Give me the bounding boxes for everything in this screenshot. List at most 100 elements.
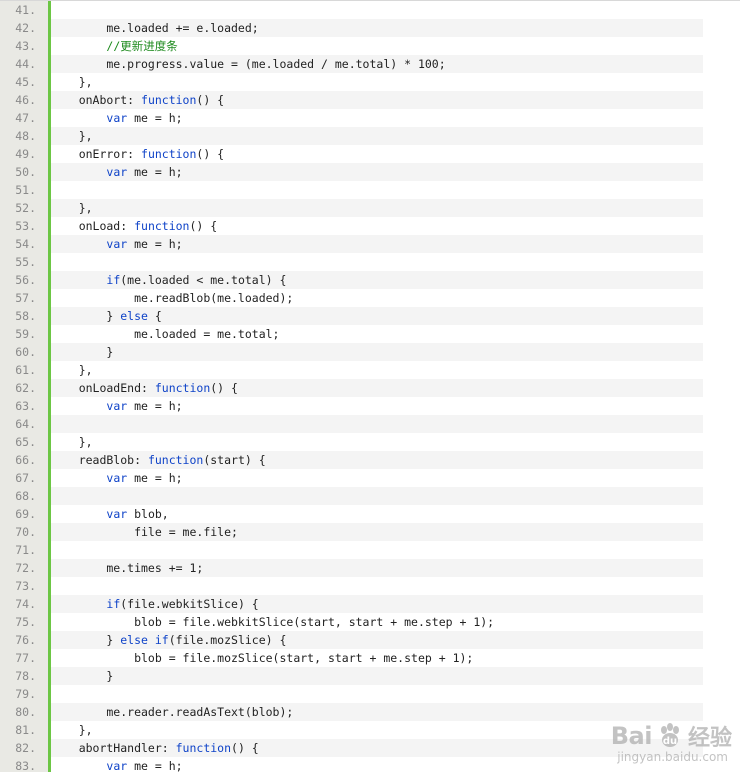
code-text: var blob, [51,505,703,523]
line-number: 72. [15,561,36,575]
code-token: blob, [127,507,169,521]
code-text: }, [51,361,703,379]
line-number: 75. [15,615,36,629]
code-text: me.reader.readAsText(blob); [51,703,703,721]
code-line: 76. } else if(file.mozSlice) { [0,631,740,649]
code-token: blob = file.webkitSlice(start, start + m… [51,615,495,629]
line-number: 76. [15,633,36,647]
code-token: abortHandler: [51,741,176,755]
code-line: 74. if(file.webkitSlice) { [0,595,740,613]
code-text: }, [51,73,703,91]
code-token: } [51,345,114,359]
code-token: me.loaded = me.total; [51,327,280,341]
line-number: 43. [15,39,36,53]
code-text: file = me.file; [51,523,703,541]
line-number: 74. [15,597,36,611]
code-line: 65. }, [0,433,740,451]
code-text: me.loaded += e.loaded; [51,19,703,37]
keyword-token: if [106,597,121,611]
code-text [51,487,703,505]
line-number: 67. [15,471,36,485]
code-text: me.progress.value = (me.loaded / me.tota… [51,55,703,73]
code-text: if(me.loaded < me.total) { [51,271,703,289]
code-line: 68. [0,487,740,505]
keyword-token: var [106,165,128,179]
keyword-token: function [141,147,197,161]
code-token: }, [51,435,93,449]
keyword-token: else if [120,633,169,647]
code-token: }, [51,723,93,737]
code-line: 79. [0,685,740,703]
svg-text:du: du [663,736,677,747]
code-text: //更新进度条 [51,37,703,55]
code-line: 41. [0,1,740,19]
line-number: 50. [15,165,36,179]
code-token: me = h; [127,759,183,772]
code-token: readBlob: [51,453,148,467]
code-viewer: 41. 42. me.loaded += e.loaded; 43. //更新进度条… [0,0,740,772]
line-number: 62. [15,381,36,395]
code-line: 50. var me = h; [0,163,740,181]
code-line: 44. me.progress.value = (me.loaded / me.… [0,55,740,73]
code-token: } [51,669,114,683]
line-number: 81. [15,723,36,737]
code-line: 46. onAbort: function() { [0,91,740,109]
code-line: 48. }, [0,127,740,145]
code-token: }, [51,75,93,89]
keyword-token: function [147,453,204,467]
code-text: blob = file.webkitSlice(start, start + m… [51,613,703,631]
code-text: onAbort: function() { [51,91,703,109]
code-token: }, [51,129,93,143]
code-text: var me = h; [51,109,703,127]
code-token: (me.loaded < me.total) { [120,273,287,287]
code-text: me.times += 1; [51,559,703,577]
code-line: 43. //更新进度条 [0,37,740,55]
line-number: 52. [15,201,36,215]
code-text: var me = h; [51,163,703,181]
code-line: 70. file = me.file; [0,523,740,541]
line-number: 70. [15,525,36,539]
keyword-token: function [154,381,211,395]
code-token: onLoadEnd: [51,381,155,395]
code-token: me = h; [127,165,183,179]
line-number: 44. [15,57,36,71]
code-text: } [51,343,703,361]
keyword-token: if [106,273,121,287]
line-number: 68. [15,489,36,503]
code-text: var me = h; [51,757,703,772]
code-text: }, [51,199,703,217]
watermark: Bai du 经验 [611,720,732,752]
comment-token: //更新进度条 [106,39,178,53]
code-token: }, [51,201,93,215]
code-token: (start) { [203,453,266,467]
line-number: 78. [15,669,36,683]
code-line: 54. var me = h; [0,235,740,253]
code-token: }, [51,363,93,377]
code-token: () { [196,147,225,161]
code-line: 69. var blob, [0,505,740,523]
code-text: }, [51,721,703,739]
code-line: 45. }, [0,73,740,91]
code-text: var me = h; [51,397,703,415]
code-token: me.progress.value = (me.loaded / me.tota… [51,57,446,71]
line-number: 46. [15,93,36,107]
line-number: 66. [15,453,36,467]
code-line: 62. onLoadEnd: function() { [0,379,740,397]
code-text: }, [51,127,703,145]
line-number: 48. [15,129,36,143]
code-token: me.loaded += e.loaded; [51,21,259,35]
keyword-token: var [106,759,128,772]
watermark-brand: Bai [610,722,653,750]
line-number: 51. [15,183,36,197]
code-token: onLoad: [51,219,135,233]
code-token: (file.webkitSlice) { [120,597,259,611]
code-token: () { [189,219,218,233]
code-token: } [51,633,121,647]
line-number: 58. [15,309,36,323]
